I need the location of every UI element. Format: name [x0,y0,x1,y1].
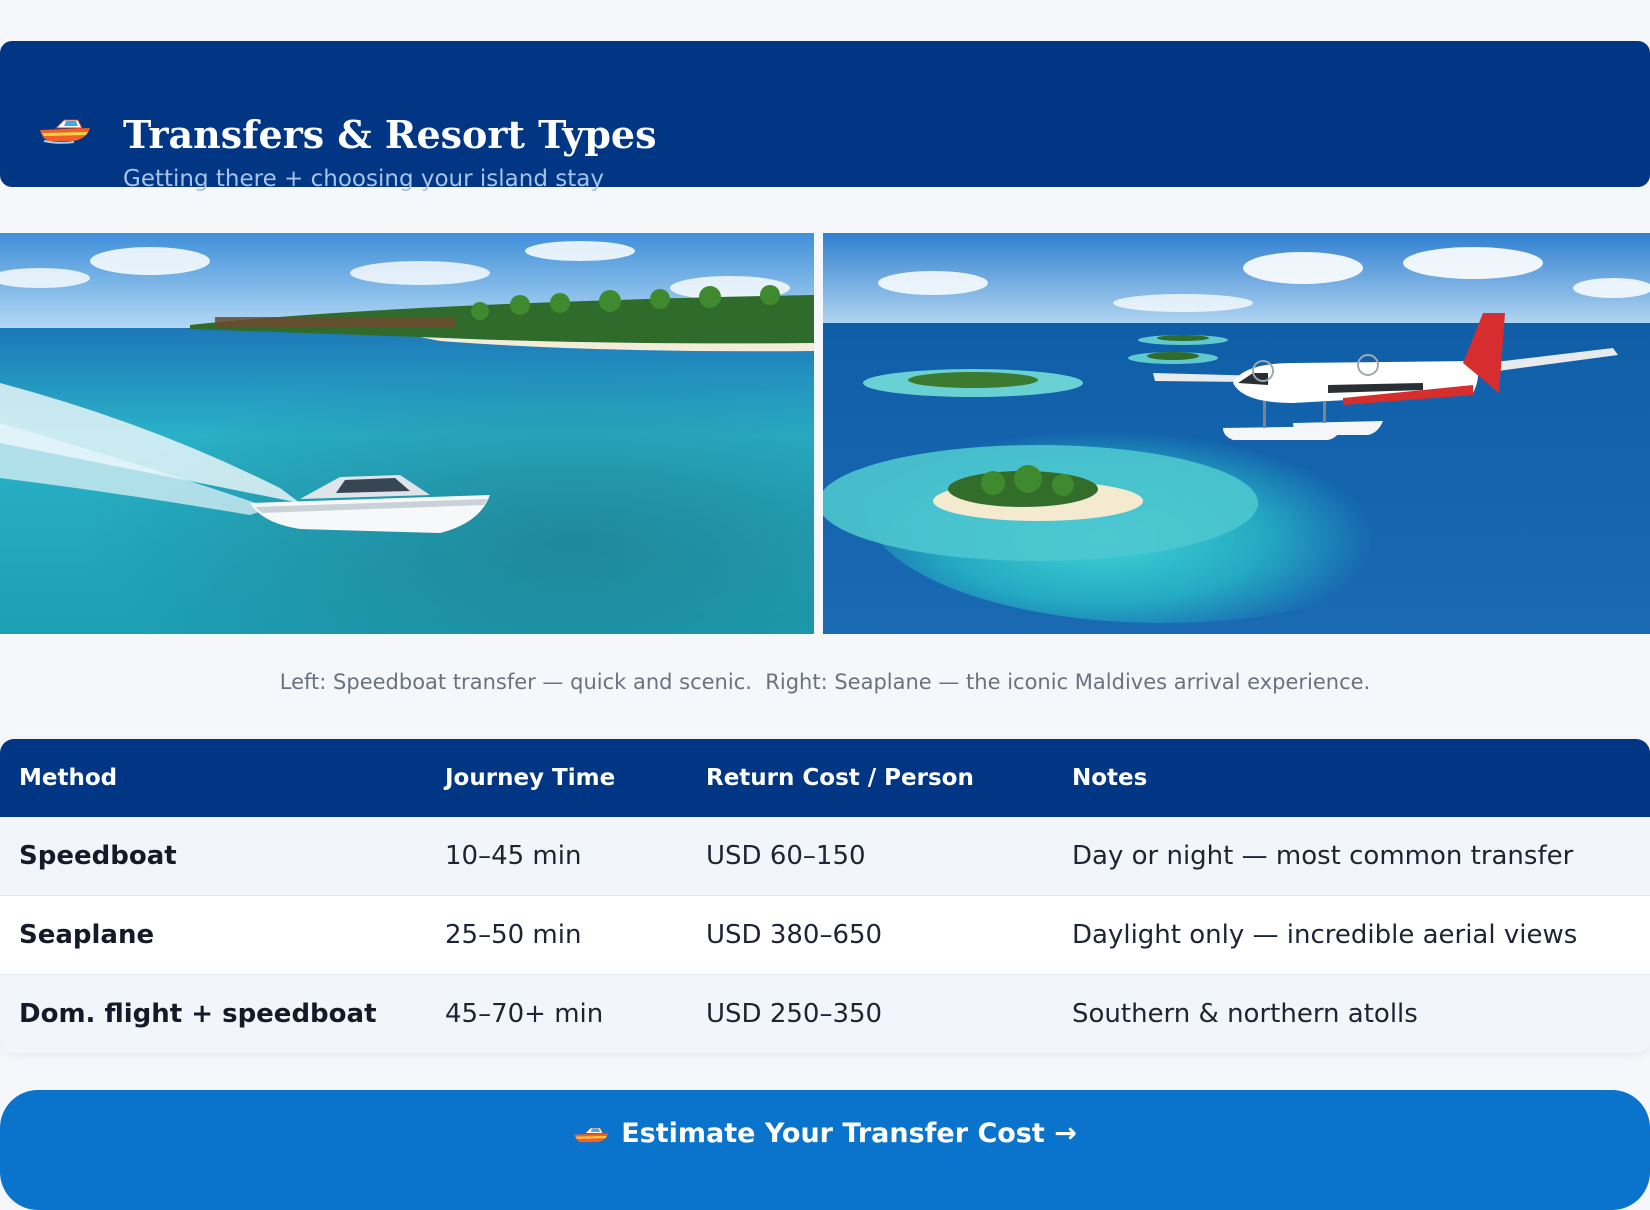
journey-time-cell: 45–70+ min [445,999,604,1029]
method-cell: Dom. flight + speedboat [19,999,377,1029]
return-cost-cell: USD 380–650 [706,920,883,950]
transfer-options-table: Method Journey Time Return Cost / Person… [0,739,1650,1053]
column-header-method: Method [19,765,118,791]
seaplane-arrival-photo [823,233,1650,634]
cta-label: Estimate Your Transfer Cost → [621,1118,1077,1149]
method-cell: Speedboat [19,841,177,871]
page-title: Transfers & Resort Types [123,112,657,157]
column-header-return-cost: Return Cost / Person [706,765,974,791]
page-subtitle: Getting there + choosing your island sta… [123,166,604,192]
speedboat-icon [40,119,90,144]
column-header-journey-time: Journey Time [445,765,616,791]
method-cell: Seaplane [19,920,155,950]
journey-time-cell: 10–45 min [445,841,582,871]
table-header-row: Method Journey Time Return Cost / Person… [0,739,1650,817]
cta-content: Estimate Your Transfer Cost → [0,1118,1650,1149]
table-row: Dom. flight + speedboat 45–70+ min USD 2… [0,975,1650,1053]
notes-cell: Southern & northern atolls [1072,999,1418,1029]
notes-cell: Day or night — most common transfer [1072,841,1574,871]
table-row: Seaplane 25–50 min USD 380–650 Daylight … [0,896,1650,975]
return-cost-cell: USD 250–350 [706,999,883,1029]
journey-time-cell: 25–50 min [445,920,582,950]
photo-caption: Left: Speedboat transfer — quick and sce… [279,670,1371,694]
header-banner: Transfers & Resort Types Getting there +… [0,41,1650,192]
column-header-notes: Notes [1072,765,1148,791]
estimate-transfer-cost-button[interactable]: Estimate Your Transfer Cost → [0,1090,1650,1210]
return-cost-cell: USD 60–150 [706,841,866,871]
notes-cell: Daylight only — incredible aerial views [1072,920,1578,950]
table-row: Speedboat 10–45 min USD 60–150 Day or ni… [0,817,1650,896]
speedboat-transfer-photo [0,233,814,634]
speedboat-icon [574,1127,609,1142]
